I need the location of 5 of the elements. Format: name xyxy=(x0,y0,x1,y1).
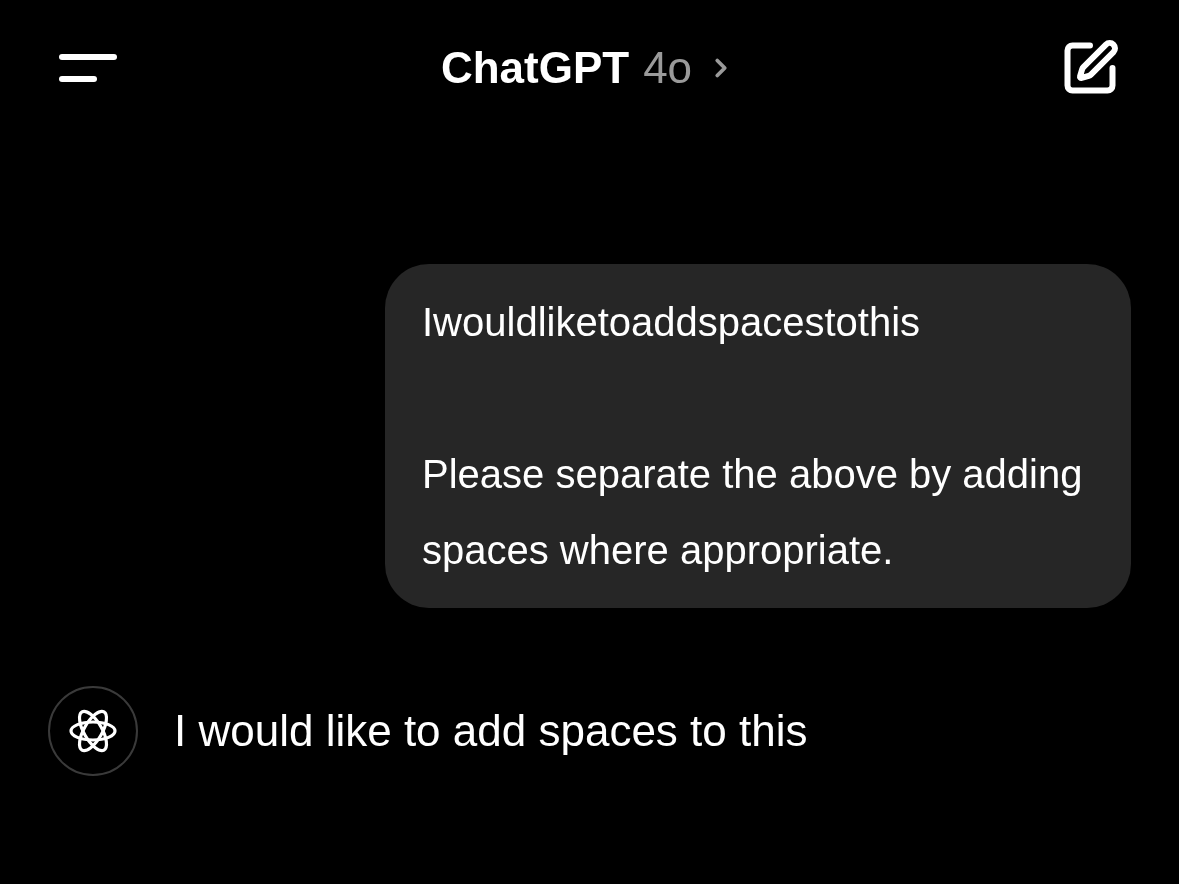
message-text: Please separate the above by adding spaces where appropriate. xyxy=(422,451,1084,574)
message-text: Iwouldliketoaddspacestothis xyxy=(422,299,922,346)
model-selector[interactable]: ChatGPT 4o xyxy=(440,35,737,101)
menu-icon xyxy=(58,52,118,84)
response-text: I would like to add spaces to this xyxy=(174,705,808,757)
